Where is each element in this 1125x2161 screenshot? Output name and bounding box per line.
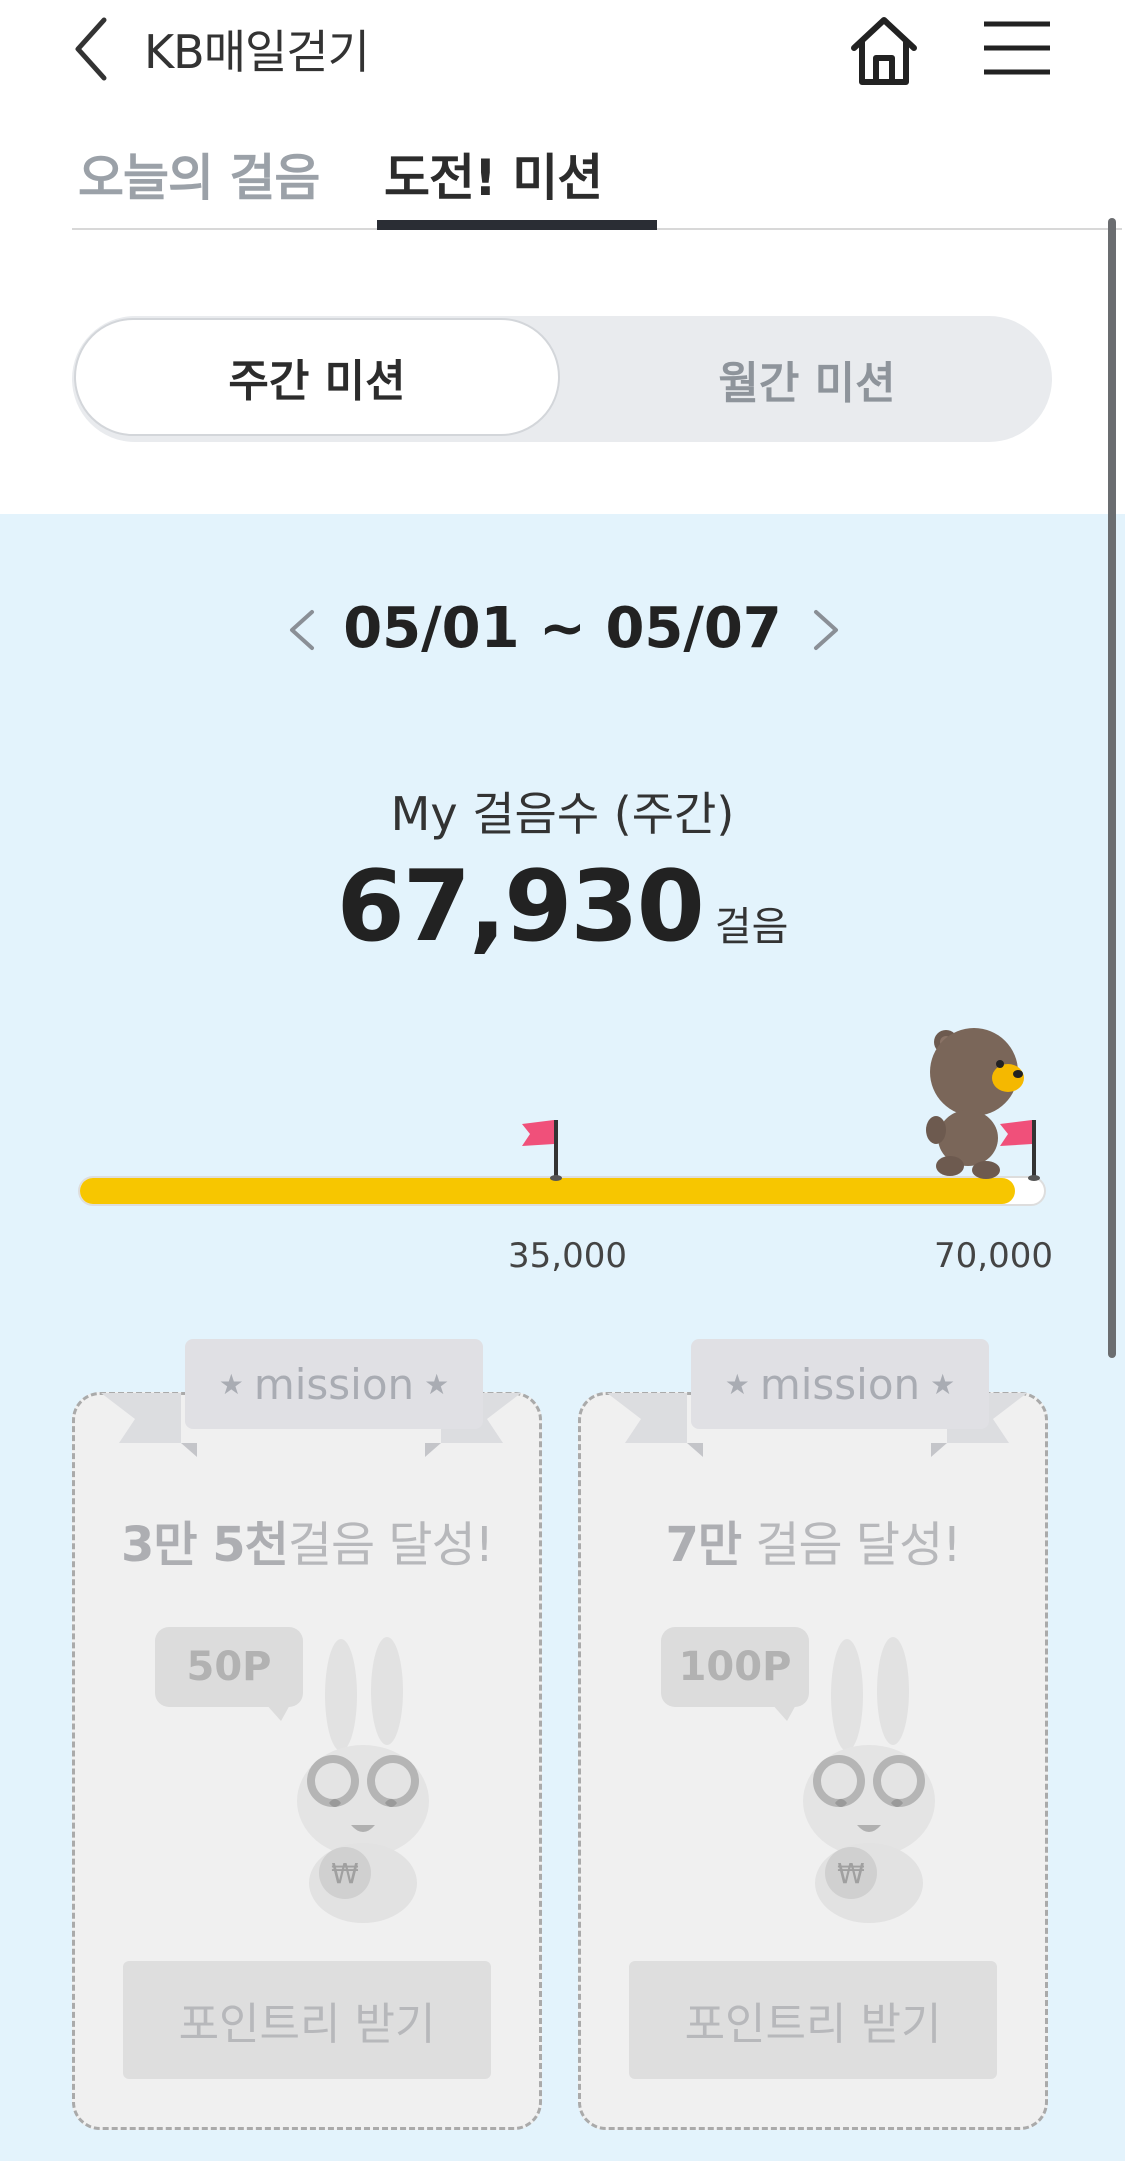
- weekly-steps-display: 67,930 걸음: [0, 850, 1125, 964]
- mission-title: 3만 5천걸음 달성!: [75, 1505, 539, 1575]
- star-icon: ★: [218, 1367, 244, 1401]
- mission-goal: 3만 5천: [121, 1517, 289, 1573]
- flag-icon: [522, 1120, 562, 1181]
- hamburger-menu-icon[interactable]: [982, 18, 1052, 78]
- mission-ribbon: ★ mission ★: [691, 1339, 989, 1429]
- tab-bar: 오늘의 걸음 도전! 미션: [72, 120, 1122, 230]
- mission-goal-suffix: 걸음 달성!: [287, 1517, 494, 1573]
- weekly-mission-button[interactable]: 주간 미션: [74, 318, 560, 436]
- mission-period-toggle: 주간 미션 월간 미션: [72, 316, 1052, 442]
- svg-text:₩: ₩: [331, 1857, 359, 1890]
- weekly-steps-value: 67,930: [336, 850, 705, 964]
- rabbit-character-icon: ₩: [297, 1637, 429, 1923]
- mission-title: 7만 걸음 달성!: [581, 1505, 1045, 1575]
- star-icon: ★: [424, 1367, 450, 1401]
- home-icon[interactable]: [846, 12, 922, 88]
- mission-ribbon-label: mission: [253, 1359, 415, 1409]
- scrollbar[interactable]: [1108, 218, 1116, 1358]
- svg-text:₩: ₩: [837, 1857, 865, 1890]
- tab-challenge-mission[interactable]: 도전! 미션: [384, 138, 603, 210]
- milestone-label: 35,000: [508, 1236, 627, 1276]
- milestone-label: 70,000: [934, 1236, 1053, 1276]
- mission-ribbon-label: mission: [759, 1359, 921, 1409]
- week-date-range: 05/01 ~ 05/07: [343, 596, 782, 661]
- mission-ribbon: ★ mission ★: [185, 1339, 483, 1429]
- mission-card: ★ mission ★ 3만 5천걸음 달성! 50P ₩ 포인트리 받기: [72, 1339, 542, 2130]
- rabbit-character-icon: ₩: [803, 1637, 935, 1923]
- chevron-left-icon[interactable]: [72, 14, 112, 84]
- next-week-icon[interactable]: [808, 606, 844, 654]
- monthly-mission-button[interactable]: 월간 미션: [562, 316, 1052, 442]
- claim-points-button[interactable]: 포인트리 받기: [123, 1961, 491, 2079]
- star-icon: ★: [930, 1367, 956, 1401]
- flag-icon: [1000, 1120, 1040, 1181]
- mission-goal-suffix: 걸음 달성!: [741, 1517, 961, 1573]
- weekly-steps-label: My 걸음수 (주간): [390, 787, 735, 841]
- claim-points-button[interactable]: 포인트리 받기: [629, 1961, 997, 2079]
- star-icon: ★: [724, 1367, 750, 1401]
- steps-unit: 걸음: [714, 904, 789, 950]
- app-title: KB매일걷기: [144, 25, 370, 79]
- active-tab-indicator: [377, 220, 657, 230]
- app-header: KB매일걷기: [0, 0, 1125, 110]
- mission-card: ★ mission ★ 7만 걸음 달성! 100P ₩ 포인트리 받기: [578, 1339, 1048, 2130]
- mission-goal: 7만: [665, 1517, 743, 1573]
- tab-today-steps[interactable]: 오늘의 걸음: [78, 138, 320, 210]
